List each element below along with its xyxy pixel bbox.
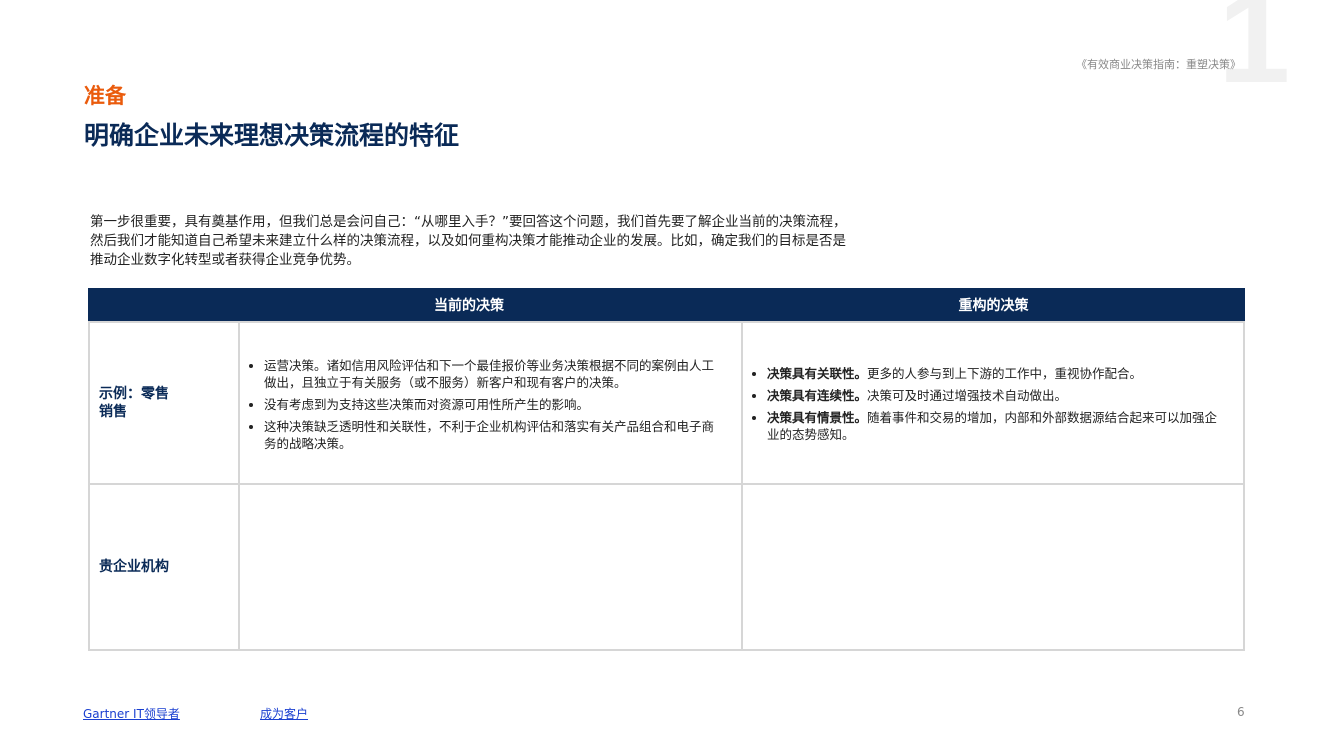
item-heading: 决策具有关联性。 (767, 366, 868, 381)
row-label-example: 示例：零售 销售 (88, 321, 240, 485)
list-item: 运营决策。诸如信用风险评估和下一个最佳报价等业务决策根据不同的案例由人工做出，且… (264, 357, 721, 391)
item-text: 更多的人参与到上下游的工作中，重视协作配合。 (867, 366, 1143, 381)
document-title: 《有效商业决策指南：重塑决策》 (1076, 58, 1241, 71)
list-item: 决策具有情景性。随着事件和交易的增加，内部和外部数据源结合起来可以加强企业的态势… (767, 409, 1223, 443)
header-reframed: 重构的决策 (742, 288, 1245, 321)
intro-paragraph: 第一步很重要，具有奠基作用，但我们总是会问自己：“从哪里入手？”要回答这个问题，… (90, 214, 847, 268)
current-decision-cell: 运营决策。诸如信用风险评估和下一个最佳报价等业务决策根据不同的案例由人工做出，且… (238, 321, 743, 485)
item-heading: 决策具有连续性。 (767, 388, 868, 403)
section-label: 准备 (84, 84, 126, 108)
item-heading: 决策具有情景性。 (767, 410, 868, 425)
become-client-link[interactable]: 成为客户 (260, 705, 308, 722)
page-number: 6 (1237, 705, 1245, 719)
list-item: 这种决策缺乏透明性和关联性，不利于企业机构评估和落实有关产品组合和电子商务的战略… (264, 418, 721, 452)
list-item: 决策具有关联性。更多的人参与到上下游的工作中，重视协作配合。 (767, 365, 1223, 382)
decision-table: 当前的决策 重构的决策 示例：零售 销售 运营决策。诸如信用风险评估和下一个最佳… (88, 288, 1245, 651)
gartner-it-leaders-link[interactable]: Gartner IT领导者 (83, 705, 180, 722)
reframed-decision-input-cell[interactable] (741, 483, 1245, 651)
header-current: 当前的决策 (88, 288, 850, 321)
list-item: 没有考虑到为支持这些决策而对资源可用性所产生的影响。 (264, 396, 721, 413)
page-title: 明确企业未来理想决策流程的特征 (84, 121, 460, 150)
row-label-your-org: 贵企业机构 (88, 483, 240, 651)
list-item: 决策具有连续性。决策可及时通过增强技术自动做出。 (767, 387, 1223, 404)
reframed-decision-cell: 决策具有关联性。更多的人参与到上下游的工作中，重视协作配合。 决策具有连续性。决… (741, 321, 1245, 485)
current-decision-input-cell[interactable] (238, 483, 743, 651)
item-text: 决策可及时通过增强技术自动做出。 (867, 388, 1068, 403)
